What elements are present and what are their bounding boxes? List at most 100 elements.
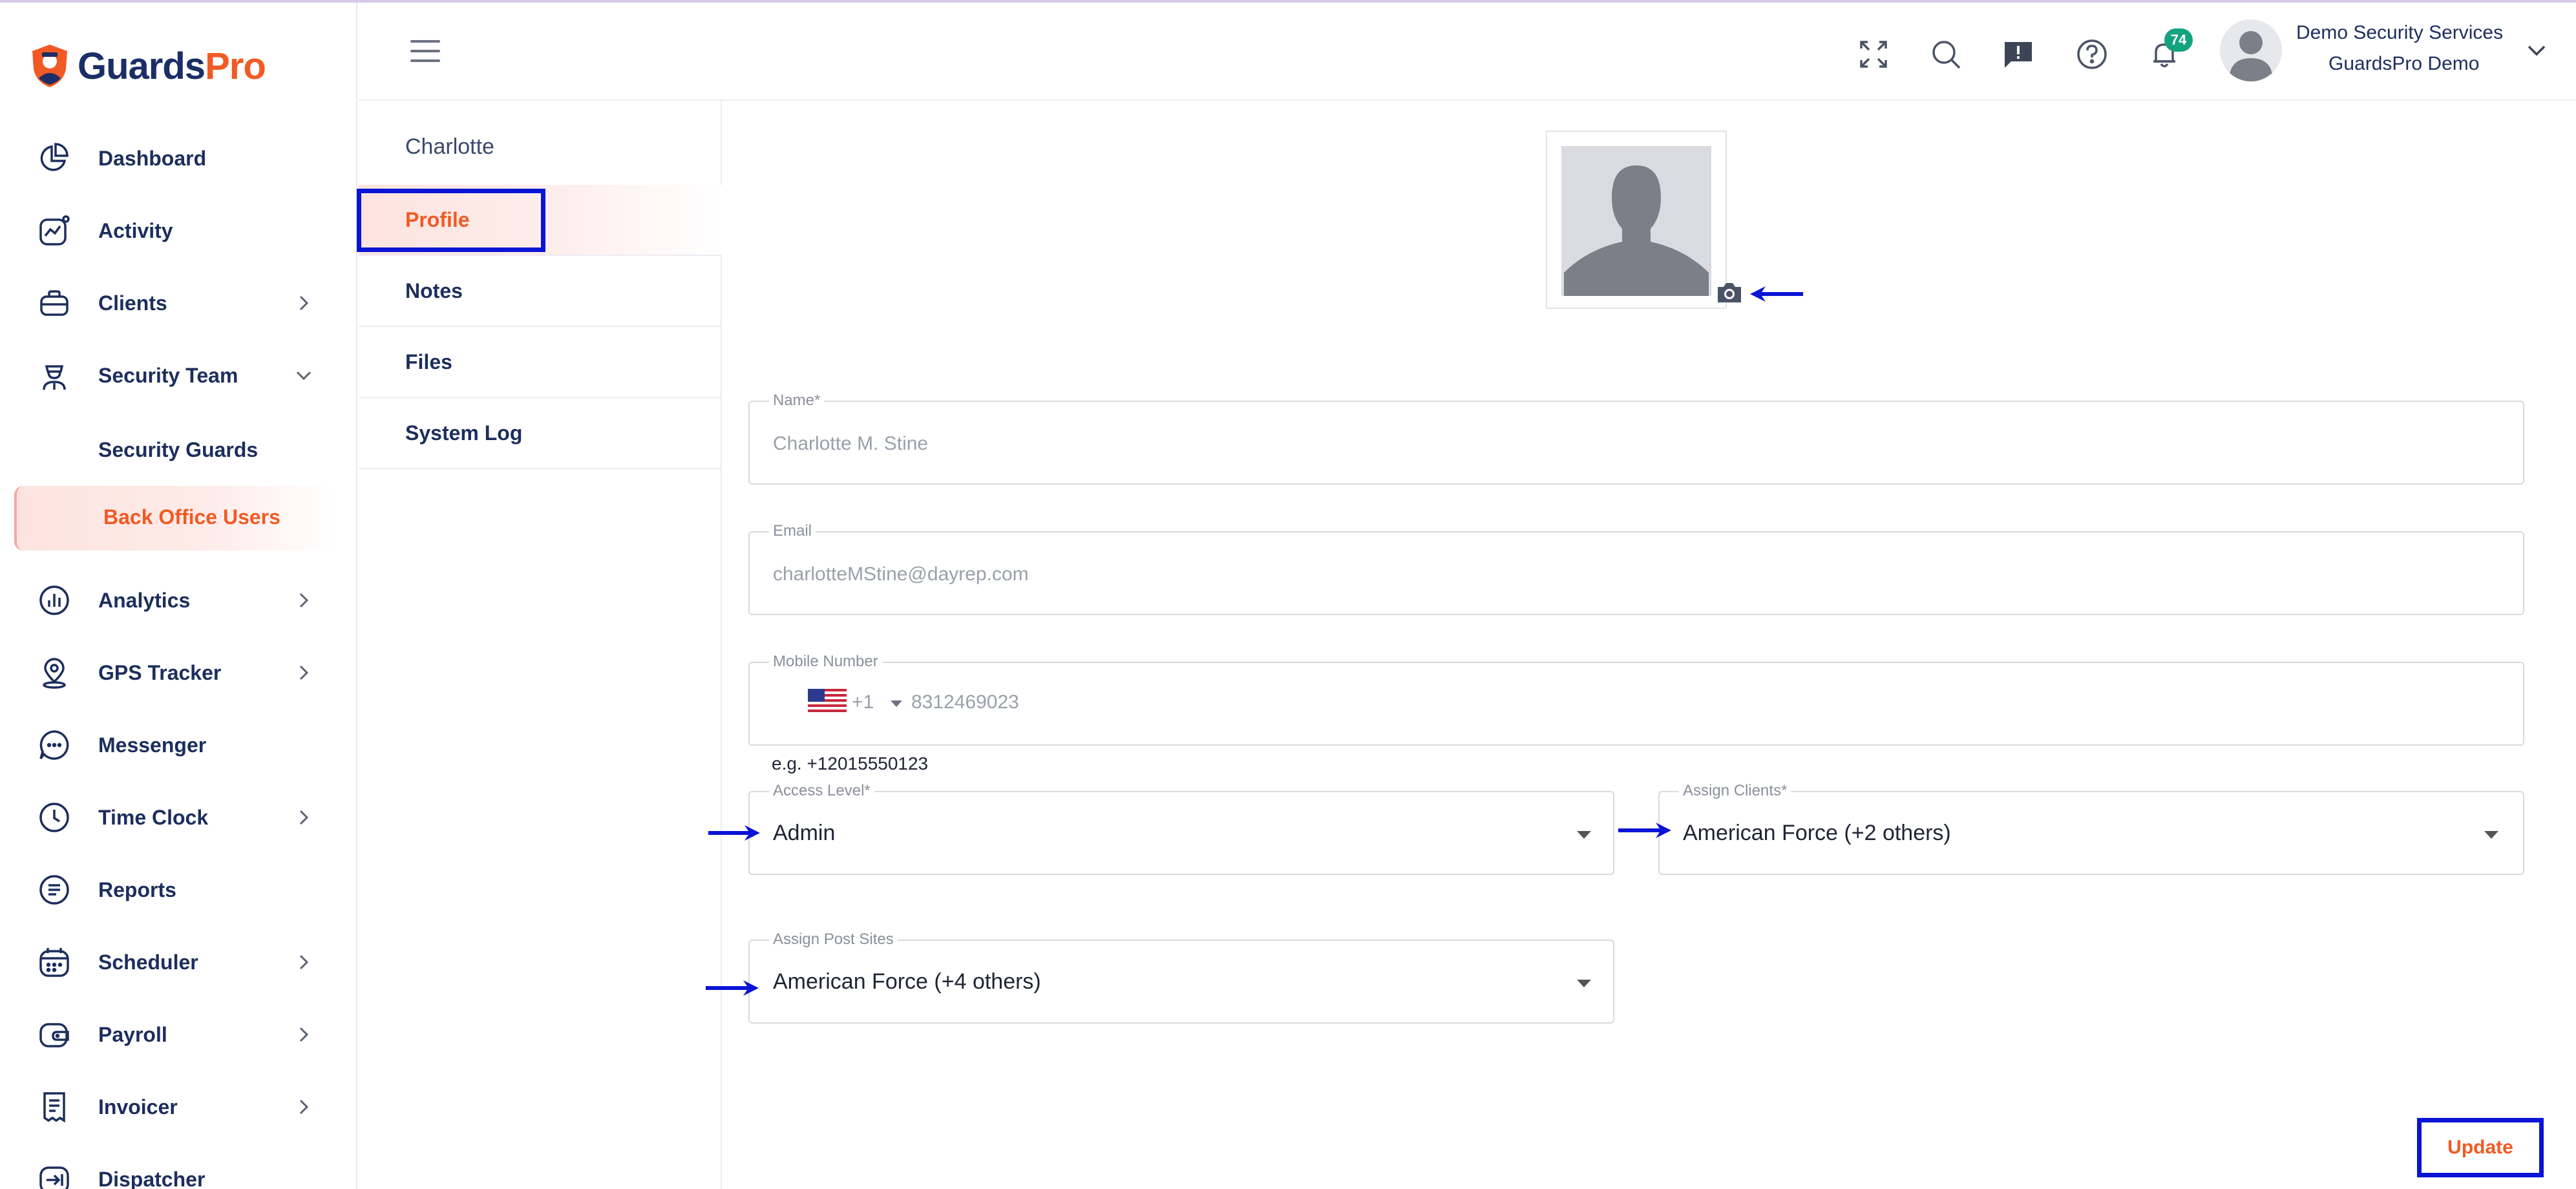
dispatch-icon: [36, 1161, 72, 1189]
sidebar-item-security-team[interactable]: Security Team: [0, 346, 357, 405]
assign-clients-arrow-annotation: [1618, 823, 1671, 838]
chevron-down-icon: [290, 361, 318, 390]
name-input[interactable]: Charlotte M. Stine: [773, 433, 928, 455]
sidebar-subitem-security-guards[interactable]: Security Guards: [98, 438, 258, 462]
sidebar-subitem-label: Back Office Users: [103, 505, 280, 529]
sidebar-item-scheduler[interactable]: Scheduler: [0, 933, 357, 991]
sidebar-subitem-back-office-users[interactable]: Back Office Users: [14, 486, 337, 551]
access-level-label: Access Level*: [769, 782, 874, 800]
sidebar-item-clients[interactable]: Clients: [0, 274, 357, 332]
assign-post-sites-label: Assign Post Sites: [769, 931, 898, 949]
sidebar-item-label: Scheduler: [98, 950, 198, 974]
employee-name-title: Charlotte: [405, 134, 494, 159]
mobile-number-input[interactable]: 8312469023: [911, 691, 1019, 713]
activity-icon: [36, 213, 72, 249]
hamburger-menu-icon[interactable]: [410, 40, 440, 62]
assign-post-sites-value: American Force (+4 others): [773, 969, 1041, 994]
tab-system-log[interactable]: System Log: [359, 398, 722, 469]
sidebar-item-label: Reports: [98, 878, 176, 901]
sidebar-item-label: Security Team: [98, 363, 238, 387]
name-field[interactable]: Name* Charlotte M. Stine: [748, 392, 2524, 485]
tab-notes[interactable]: Notes: [359, 256, 722, 327]
chat-bubble-icon: [36, 727, 72, 763]
fullscreen-icon[interactable]: [1855, 36, 1892, 72]
mobile-format-hint: e.g. +12015550123: [772, 753, 929, 773]
mobile-field-label: Mobile Number: [769, 653, 882, 671]
sidebar-item-analytics[interactable]: Analytics: [0, 571, 357, 629]
sidebar-item-label: Activity: [98, 218, 173, 242]
search-icon[interactable]: [1928, 36, 1964, 72]
chevron-right-icon: [290, 586, 318, 615]
mobile-number-field[interactable]: Mobile Number +1 8312469023: [748, 653, 2524, 746]
sidebar-item-label: Time Clock: [98, 805, 209, 829]
help-icon[interactable]: [2074, 36, 2110, 72]
post-sites-arrow-annotation: [706, 980, 759, 996]
name-field-label: Name*: [769, 392, 825, 410]
country-dropdown-caret-icon[interactable]: [891, 700, 902, 707]
access-level-arrow-annotation: [708, 825, 760, 841]
sidebar-item-label: Invoicer: [98, 1095, 178, 1119]
update-button[interactable]: Update: [2417, 1118, 2544, 1177]
logo-text-guards: Guards: [78, 45, 206, 87]
photo-arrow-annotation: [1750, 286, 1803, 302]
sidebar-item-gps-tracker[interactable]: GPS Tracker: [0, 644, 357, 702]
chevron-right-icon: [290, 948, 318, 976]
pie-chart-icon: [36, 140, 72, 176]
user-organization[interactable]: GuardsPro Demo: [2328, 53, 2479, 75]
sidebar-item-label: Payroll: [98, 1022, 167, 1046]
sidebar: GuardsPro Dashboard Activity Clients Sec…: [0, 3, 357, 1189]
dropdown-caret-icon: [1577, 831, 1591, 839]
access-level-select[interactable]: Access Level* Admin: [748, 782, 1614, 875]
sidebar-item-reports[interactable]: Reports: [0, 861, 357, 919]
chevron-right-icon: [290, 803, 318, 832]
guardspro-logo[interactable]: GuardsPro: [30, 43, 266, 89]
chevron-right-icon: [290, 1093, 318, 1121]
notification-count-badge: 74: [2164, 28, 2193, 52]
assign-clients-select[interactable]: Assign Clients* American Force (+2 other…: [1658, 782, 2524, 875]
sidebar-item-messenger[interactable]: Messenger: [0, 716, 357, 774]
dropdown-caret-icon: [2484, 831, 2498, 839]
guard-icon: [36, 357, 72, 394]
sidebar-item-activity[interactable]: Activity: [0, 202, 357, 260]
analytics-icon: [36, 582, 72, 618]
profile-tab-highlight-box: [357, 189, 545, 252]
country-code[interactable]: +1: [852, 691, 874, 713]
sidebar-item-time-clock[interactable]: Time Clock: [0, 788, 357, 847]
sidebar-item-label: Dispatcher: [98, 1167, 206, 1189]
us-flag-icon[interactable]: [808, 689, 847, 712]
sidebar-item-dispatcher[interactable]: Dispatcher: [0, 1150, 357, 1189]
location-pin-icon: [36, 655, 72, 691]
camera-icon[interactable]: [1715, 279, 1744, 305]
sidebar-item-dashboard[interactable]: Dashboard: [0, 129, 357, 187]
calendar-icon: [36, 944, 72, 980]
feedback-icon[interactable]: [2000, 36, 2036, 72]
chevron-right-icon: [290, 658, 318, 687]
bell-icon[interactable]: 74: [2146, 28, 2193, 72]
sidebar-item-label: Clients: [98, 291, 167, 315]
user-name[interactable]: Demo Security Services: [2296, 22, 2503, 44]
guard-shield-logo-icon: [30, 43, 70, 89]
assign-clients-label: Assign Clients*: [1679, 782, 1791, 800]
tab-label: System Log: [405, 421, 523, 445]
email-field[interactable]: Email charlotteMStine@dayrep.com: [748, 522, 2524, 615]
logo-text-pro: Pro: [205, 45, 266, 87]
chevron-down-icon[interactable]: [2524, 41, 2550, 61]
logo-text: GuardsPro: [78, 45, 266, 88]
email-input[interactable]: charlotteMStine@dayrep.com: [773, 563, 1029, 585]
assign-clients-value: American Force (+2 others): [1683, 821, 1951, 845]
sidebar-item-label: Dashboard: [98, 146, 207, 170]
tab-label: Files: [405, 350, 452, 374]
document-icon: [36, 872, 72, 908]
sidebar-item-label: Analytics: [98, 588, 191, 612]
email-field-label: Email: [769, 522, 816, 540]
wallet-icon: [36, 1016, 72, 1053]
tab-files[interactable]: Files: [359, 327, 722, 398]
sidebar-item-invoicer[interactable]: Invoicer: [0, 1078, 357, 1136]
user-avatar[interactable]: [2220, 19, 2282, 81]
access-level-value: Admin: [773, 821, 836, 845]
sidebar-item-label: Messenger: [98, 733, 207, 757]
dropdown-caret-icon: [1577, 980, 1591, 987]
receipt-icon: [36, 1089, 72, 1125]
assign-post-sites-select[interactable]: Assign Post Sites American Force (+4 oth…: [748, 931, 1614, 1024]
sidebar-item-payroll[interactable]: Payroll: [0, 1005, 357, 1064]
